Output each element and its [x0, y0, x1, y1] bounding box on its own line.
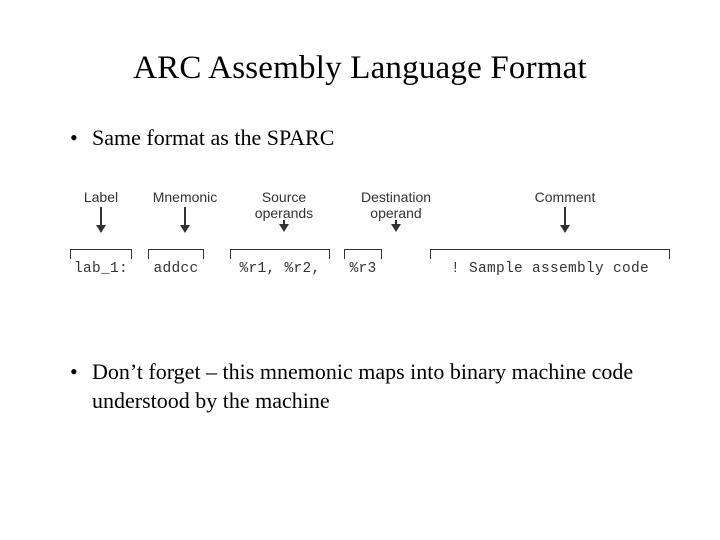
arrow-down-icon — [96, 207, 106, 233]
arrow-down-icon — [391, 220, 401, 232]
col-mnemonic: Mnemonic — [148, 189, 222, 233]
code-mnemonic: addcc — [151, 259, 200, 277]
bullet-item: Don’t forget – this mnemonic maps into b… — [70, 357, 680, 416]
seg-label: lab_1: — [70, 259, 132, 277]
code-dest: %r3 — [347, 259, 378, 277]
arrow-down-icon — [180, 207, 190, 233]
slide: ARC Assembly Language Format Same format… — [0, 0, 720, 456]
bracket-icon — [430, 249, 670, 259]
col-dest: Destination operand — [352, 189, 440, 232]
code-label: lab_1: — [72, 259, 130, 277]
bracket-icon — [344, 249, 382, 259]
bracket-icon — [230, 249, 330, 259]
seg-source: %r1, %r2, — [230, 259, 330, 277]
bracket-icon — [70, 249, 132, 259]
col-label: Label — [70, 189, 132, 233]
dest-header-l2: operand — [370, 205, 421, 221]
comment-header: Comment — [535, 189, 596, 205]
code-source: %r1, %r2, — [237, 259, 322, 277]
bullet-list: Same format as the SPARC — [40, 123, 680, 153]
seg-dest: %r3 — [344, 259, 382, 277]
code-row: lab_1: addcc %r1, %r2, %r3 ! Sample asse… — [70, 259, 670, 277]
format-diagram: Label Mnemonic Source operands Destinati… — [70, 189, 700, 299]
mnemonic-header: Mnemonic — [153, 189, 218, 205]
seg-comment: ! Sample assembly code — [430, 259, 670, 277]
bullet-list-2: Don’t forget – this mnemonic maps into b… — [40, 357, 680, 416]
arrow-down-icon — [279, 220, 289, 232]
arrow-down-icon — [560, 207, 570, 233]
code-comment: ! Sample assembly code — [449, 259, 651, 277]
label-header: Label — [84, 189, 118, 205]
source-header-l1: Source — [262, 189, 306, 205]
slide-title: ARC Assembly Language Format — [40, 50, 680, 87]
source-header-l2: operands — [255, 205, 313, 221]
seg-mnemonic: addcc — [148, 259, 204, 277]
bullet-item: Same format as the SPARC — [70, 123, 680, 153]
dest-header-l1: Destination — [361, 189, 431, 205]
col-source: Source operands — [240, 189, 328, 232]
col-comment: Comment — [520, 189, 610, 233]
bracket-icon — [148, 249, 204, 259]
